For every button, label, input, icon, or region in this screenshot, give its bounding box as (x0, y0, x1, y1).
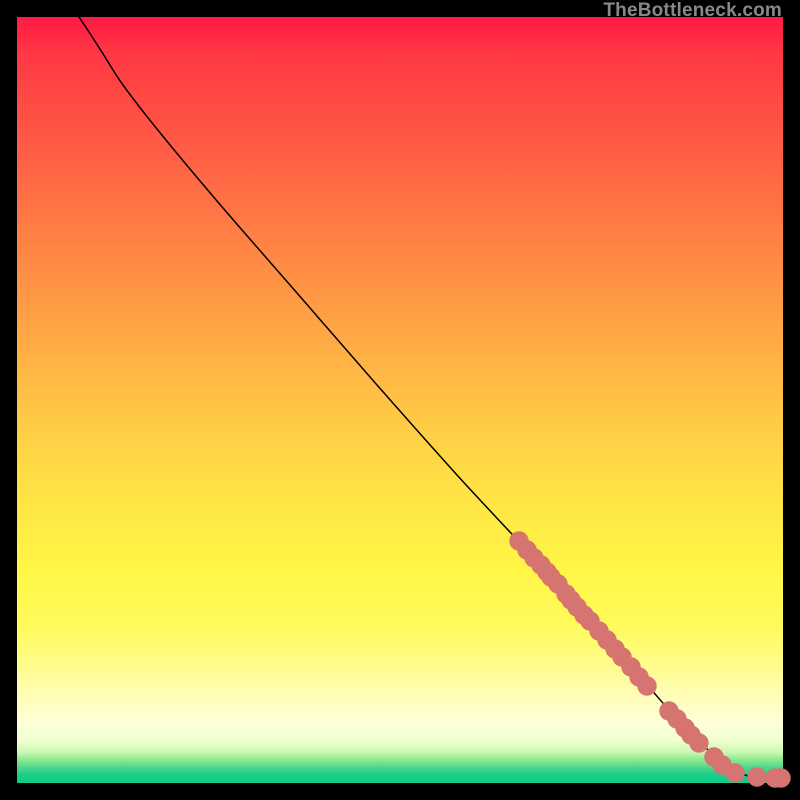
data-point (726, 764, 744, 782)
data-point (638, 677, 656, 695)
plot-svg (17, 17, 783, 783)
bottleneck-curve (79, 17, 783, 778)
data-point (748, 768, 766, 786)
gradient-plot-area (17, 17, 783, 783)
data-points-group (510, 532, 790, 787)
data-point (690, 734, 708, 752)
watermark-text: TheBottleneck.com (603, 0, 782, 22)
data-point (772, 769, 790, 787)
